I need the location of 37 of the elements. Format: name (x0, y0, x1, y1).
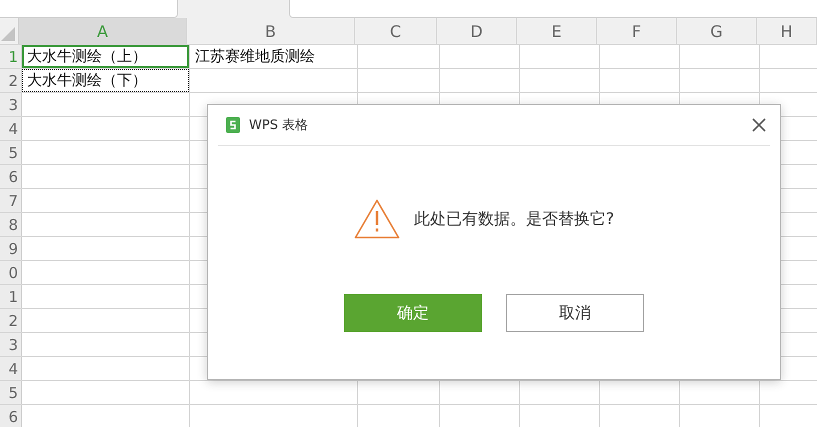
confirm-button[interactable]: 确定 (344, 294, 482, 332)
row-header[interactable]: 0 (0, 261, 22, 284)
row-header[interactable]: 6 (0, 165, 22, 188)
row-header[interactable]: 2 (0, 309, 22, 332)
dialog-message: 此处已有数据。是否替换它? (414, 208, 614, 230)
table-cell[interactable]: 江苏赛维地质测绘 (190, 45, 357, 68)
column-header[interactable]: H (757, 18, 817, 44)
table-cell[interactable]: 大水牛测绘（下） (22, 69, 189, 92)
column-header[interactable]: E (517, 18, 597, 44)
name-box[interactable] (0, 0, 178, 18)
row-header[interactable]: 1 (0, 45, 22, 68)
column-header[interactable]: B (187, 18, 355, 44)
formula-bar[interactable] (289, 0, 817, 18)
row-header[interactable]: 8 (0, 213, 22, 236)
row-header[interactable]: 6 (0, 405, 22, 427)
row-header[interactable]: 3 (0, 93, 22, 116)
row-header[interactable]: 4 (0, 357, 22, 380)
row-header[interactable]: 9 (0, 237, 22, 260)
column-header[interactable]: A (19, 18, 187, 44)
row-header[interactable]: 4 (0, 117, 22, 140)
column-header[interactable]: F (597, 18, 677, 44)
row-header[interactable]: 3 (0, 333, 22, 356)
cancel-button[interactable]: 取消 (506, 294, 644, 332)
close-icon[interactable] (752, 118, 766, 132)
app-icon (225, 117, 241, 133)
select-all-icon[interactable] (1, 27, 15, 41)
column-header[interactable]: G (677, 18, 757, 44)
column-header[interactable]: D (437, 18, 517, 44)
dialog-title: WPS 表格 (249, 117, 308, 134)
column-header[interactable]: C (355, 18, 437, 44)
row-header[interactable]: 7 (0, 189, 22, 212)
row-header[interactable]: 1 (0, 285, 22, 308)
table-cell[interactable]: 大水牛测绘（上） (22, 45, 189, 68)
row-header[interactable]: 5 (0, 141, 22, 164)
warning-icon (354, 199, 400, 239)
row-header[interactable]: 2 (0, 69, 22, 92)
row-header[interactable]: 5 (0, 381, 22, 404)
